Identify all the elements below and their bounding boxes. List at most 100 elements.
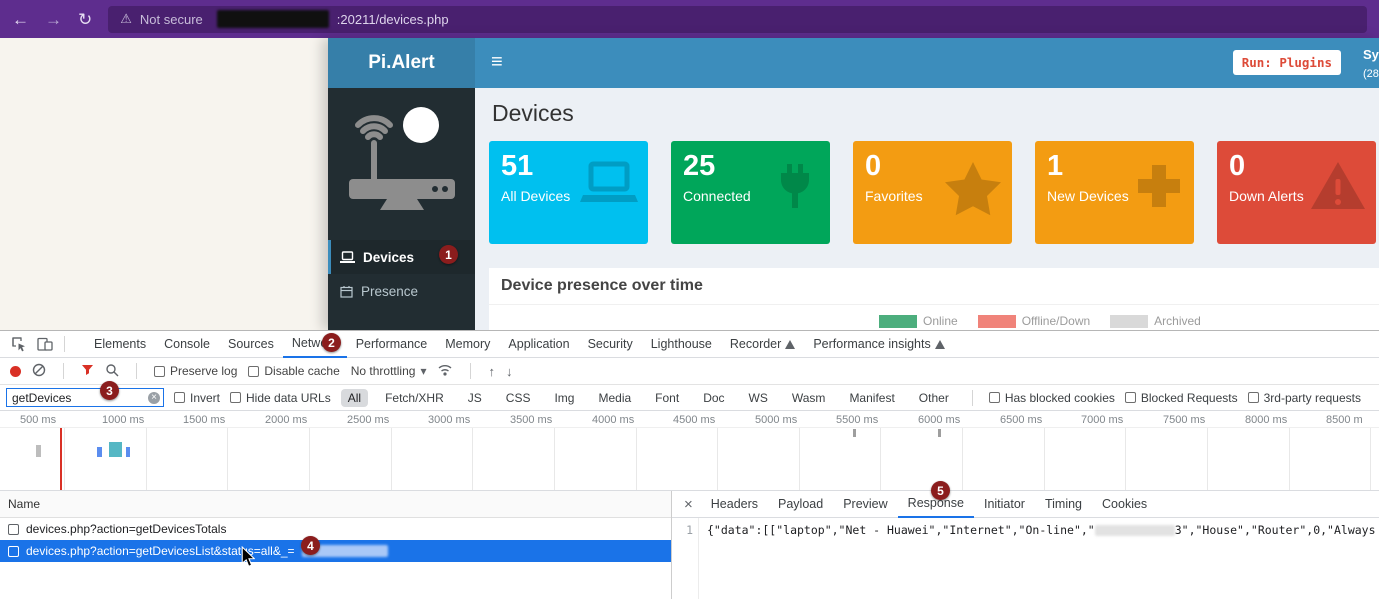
card-down-alerts[interactable]: 0 Down Alerts	[1217, 141, 1376, 244]
timeline-gridline	[799, 427, 800, 490]
timeline-gridline	[1125, 427, 1126, 490]
request-detail-pane: × Headers Payload Preview Response Initi…	[672, 491, 1379, 599]
device-toolbar-icon[interactable]	[32, 336, 58, 352]
address-bar[interactable]: ⚠ Not secure :20211/devices.php	[108, 6, 1367, 33]
mouse-cursor	[241, 546, 255, 572]
tab-sources[interactable]: Sources	[219, 331, 283, 358]
checkbox	[989, 392, 1000, 403]
timeline-tick: 4500 ms	[673, 414, 715, 426]
main-column: ≡ Run: Plugins Sym (28, Devices 51 All D…	[475, 38, 1379, 330]
filter-type-css[interactable]: CSS	[499, 389, 538, 407]
clear-filter-icon[interactable]: ×	[148, 392, 160, 404]
tab-application[interactable]: Application	[499, 331, 578, 358]
filter-type-media[interactable]: Media	[591, 389, 638, 407]
detail-tab-cookies[interactable]: Cookies	[1092, 491, 1157, 518]
inspect-icon[interactable]	[6, 336, 32, 352]
filter-type-wasm[interactable]: Wasm	[785, 389, 833, 407]
filter-type-ws[interactable]: WS	[742, 389, 775, 407]
checkbox-label: Disable cache	[264, 364, 339, 378]
checkbox	[248, 366, 259, 377]
user-info: Sym (28,	[1363, 46, 1379, 82]
card-connected[interactable]: 25 Connected	[671, 141, 830, 244]
dom-content-loaded-marker	[60, 428, 62, 491]
not-secure-icon: ⚠	[120, 11, 132, 27]
checkbox	[1125, 392, 1136, 403]
import-har-icon[interactable]: ↑	[488, 364, 495, 379]
export-har-icon[interactable]: ↓	[506, 364, 513, 379]
invert-checkbox[interactable]: Invert	[174, 391, 220, 405]
network-overview-timeline[interactable]: 500 ms 1000 ms 1500 ms 2000 ms 2500 ms 3…	[0, 411, 1379, 491]
network-activity-bar	[109, 442, 122, 457]
tab-performance[interactable]: Performance	[347, 331, 437, 358]
close-icon[interactable]: ×	[684, 496, 693, 513]
tab-performance-insights[interactable]: Performance insights	[804, 331, 953, 358]
requests-name-header[interactable]: Name	[0, 491, 671, 518]
not-secure-label: Not secure	[140, 12, 203, 27]
user-info-line2: (28,	[1363, 68, 1379, 80]
tab-security[interactable]: Security	[579, 331, 642, 358]
tab-recorder[interactable]: Recorder	[721, 331, 804, 358]
filter-type-other[interactable]: Other	[912, 389, 956, 407]
filter-text-field[interactable]	[7, 391, 145, 405]
tab-elements[interactable]: Elements	[85, 331, 155, 358]
legend-item-archived[interactable]: Archived	[1110, 314, 1201, 328]
detail-tab-timing[interactable]: Timing	[1035, 491, 1092, 518]
tab-memory[interactable]: Memory	[436, 331, 499, 358]
sidebar-item-presence[interactable]: Presence	[328, 274, 475, 308]
filter-toggle-button[interactable]	[81, 364, 94, 379]
filter-type-all[interactable]: All	[341, 389, 368, 407]
redacted-response-value	[1095, 525, 1175, 536]
filter-type-fetch-xhr[interactable]: Fetch/XHR	[378, 389, 451, 407]
record-button[interactable]	[10, 366, 21, 377]
blocked-requests-checkbox[interactable]: Blocked Requests	[1125, 391, 1238, 405]
tab-console[interactable]: Console	[155, 331, 219, 358]
search-icon[interactable]	[105, 363, 119, 380]
checkbox	[154, 366, 165, 377]
sidebar: Devices Presence	[328, 88, 475, 330]
network-filter-input[interactable]: ×	[6, 388, 164, 407]
detail-tab-initiator[interactable]: Initiator	[974, 491, 1035, 518]
pialert-window: Pi.Alert	[328, 38, 1379, 330]
run-plugins-button[interactable]: Run: Plugins	[1233, 50, 1341, 75]
detail-tab-preview[interactable]: Preview	[833, 491, 897, 518]
timeline-tick: 4000 ms	[592, 414, 634, 426]
forward-button[interactable]: →	[45, 11, 62, 28]
annotation-step-4: 4	[301, 536, 320, 555]
filter-type-js[interactable]: JS	[461, 389, 489, 407]
annotation-step-5: 5	[931, 481, 950, 500]
request-row[interactable]: devices.php?action=getDevicesTotals	[0, 518, 671, 540]
annotation-step-2: 2	[322, 333, 341, 352]
preserve-log-checkbox[interactable]: Preserve log	[154, 364, 237, 378]
timeline-tick: 3500 ms	[510, 414, 552, 426]
disable-cache-checkbox[interactable]: Disable cache	[248, 364, 339, 378]
throttling-select[interactable]: No throttling ▾	[351, 364, 427, 378]
clear-button[interactable]	[32, 363, 46, 380]
third-party-requests-checkbox[interactable]: 3rd-party requests	[1248, 391, 1361, 405]
filter-type-manifest[interactable]: Manifest	[842, 389, 901, 407]
tab-lighthouse[interactable]: Lighthouse	[642, 331, 721, 358]
hamburger-menu-icon[interactable]: ≡	[491, 51, 503, 74]
card-new-devices[interactable]: 1 New Devices	[1035, 141, 1194, 244]
legend-item-offline[interactable]: Offline/Down	[978, 314, 1090, 328]
filter-type-doc[interactable]: Doc	[696, 389, 731, 407]
hide-data-urls-checkbox[interactable]: Hide data URLs	[230, 391, 331, 405]
request-checkbox[interactable]	[8, 546, 19, 557]
card-all-devices[interactable]: 51 All Devices	[489, 141, 648, 244]
divider	[972, 390, 973, 406]
legend-label: Online	[923, 314, 958, 328]
detail-tab-headers[interactable]: Headers	[701, 491, 768, 518]
back-button[interactable]: ←	[12, 11, 29, 28]
filter-type-font[interactable]: Font	[648, 389, 686, 407]
request-row-selected[interactable]: devices.php?action=getDevicesList&status…	[0, 540, 671, 562]
detail-tab-payload[interactable]: Payload	[768, 491, 833, 518]
network-filterbar: × Invert Hide data URLs All Fetch/XHR JS…	[0, 385, 1379, 411]
laptop-icon	[580, 161, 638, 212]
refresh-button[interactable]: ↻	[78, 11, 92, 28]
filter-type-img[interactable]: Img	[547, 389, 581, 407]
network-conditions-icon[interactable]	[437, 364, 453, 379]
app-logo[interactable]: Pi.Alert	[328, 38, 475, 88]
has-blocked-cookies-checkbox[interactable]: Has blocked cookies	[989, 391, 1115, 405]
request-checkbox[interactable]	[8, 524, 19, 535]
card-favorites[interactable]: 0 Favorites	[853, 141, 1012, 244]
legend-item-online[interactable]: Online	[879, 314, 958, 328]
